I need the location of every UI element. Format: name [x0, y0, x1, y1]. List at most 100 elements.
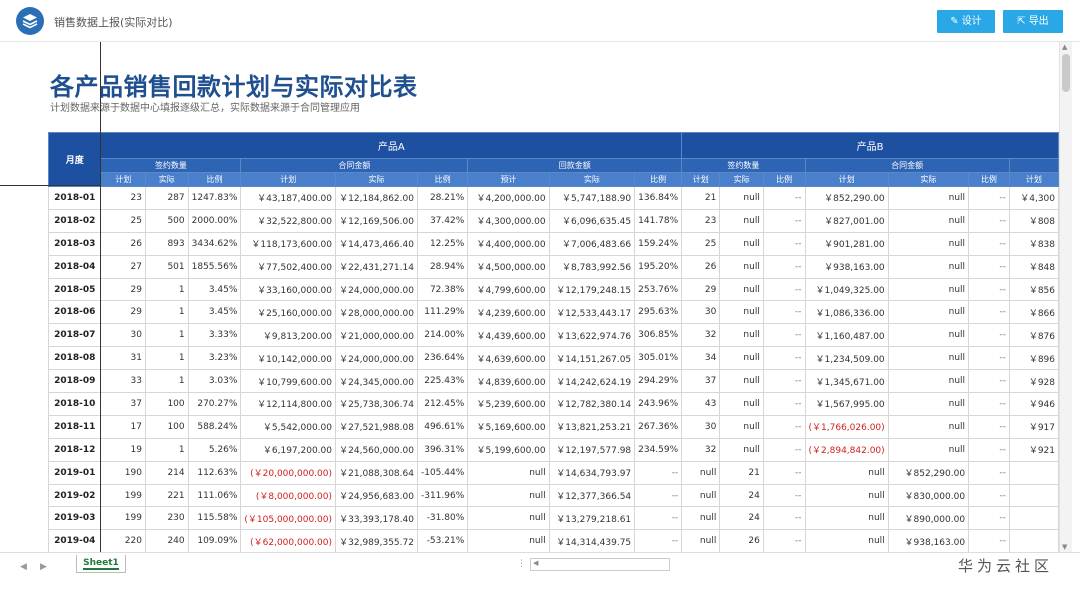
data-cell[interactable]: -311.96%: [416, 483, 469, 508]
data-cell[interactable]: null: [467, 506, 550, 531]
data-cell[interactable]: null: [804, 483, 889, 508]
data-cell[interactable]: --: [968, 346, 1010, 371]
data-cell[interactable]: --: [968, 529, 1010, 552]
data-cell[interactable]: --: [968, 300, 1010, 325]
data-cell[interactable]: ￥4,400,000.00: [467, 231, 550, 256]
data-cell[interactable]: -53.21%: [416, 529, 469, 552]
data-cell[interactable]: null: [719, 392, 764, 416]
data-cell[interactable]: 31: [100, 346, 146, 371]
month-cell[interactable]: 2018-09: [47, 369, 102, 394]
month-cell[interactable]: 2019-03: [47, 506, 102, 531]
month-cell[interactable]: 2018-05: [47, 277, 102, 302]
data-cell[interactable]: ￥6,197,200.00: [240, 437, 336, 462]
data-cell[interactable]: null: [887, 323, 970, 348]
data-cell[interactable]: (￥2,894,842.00): [804, 437, 889, 462]
data-cell[interactable]: 24: [719, 483, 764, 508]
data-cell[interactable]: (￥1,766,026.00): [804, 414, 889, 439]
data-cell[interactable]: 212.45%: [416, 392, 469, 416]
data-cell[interactable]: 30: [681, 414, 721, 439]
next-sheet-icon[interactable]: ▶: [40, 562, 47, 572]
data-cell[interactable]: ￥4,799,600.00: [467, 277, 550, 302]
data-cell[interactable]: [1008, 529, 1059, 552]
data-cell[interactable]: 72.38%: [416, 277, 469, 302]
data-cell[interactable]: 501: [144, 254, 189, 279]
data-cell[interactable]: 111.06%: [187, 483, 242, 508]
data-cell[interactable]: --: [762, 186, 806, 210]
data-cell[interactable]: ￥1,160,487.00: [804, 323, 889, 348]
data-cell[interactable]: ￥33,160,000.00: [240, 277, 336, 302]
data-cell[interactable]: 115.58%: [187, 506, 242, 531]
data-cell[interactable]: null: [467, 460, 550, 485]
data-cell[interactable]: null: [887, 208, 970, 233]
data-cell[interactable]: 141.78%: [634, 208, 683, 233]
data-cell[interactable]: ￥24,000,000.00: [335, 277, 418, 302]
data-cell[interactable]: 30: [681, 300, 721, 325]
data-cell[interactable]: null: [887, 392, 970, 416]
data-cell[interactable]: ￥4,839,600.00: [467, 369, 550, 394]
data-cell[interactable]: (￥20,000,000.00): [240, 460, 336, 485]
data-cell[interactable]: ￥4,639,600.00: [467, 346, 550, 371]
data-cell[interactable]: ￥12,114,800.00: [240, 392, 336, 416]
data-cell[interactable]: 287: [144, 186, 189, 210]
data-cell[interactable]: 225.43%: [416, 369, 469, 394]
data-cell[interactable]: ￥25,738,306.74: [335, 392, 418, 416]
prev-sheet-icon[interactable]: ◀: [20, 562, 27, 572]
data-cell[interactable]: 295.63%: [634, 300, 683, 325]
data-cell[interactable]: ￥12,184,862.00: [335, 186, 418, 210]
data-cell[interactable]: ￥928: [1008, 369, 1059, 394]
data-cell[interactable]: 253.76%: [634, 277, 683, 302]
data-cell[interactable]: ￥856: [1008, 277, 1059, 302]
data-cell[interactable]: ￥12,197,577.98: [548, 437, 636, 462]
data-cell[interactable]: 33: [100, 369, 146, 394]
data-cell[interactable]: 28.94%: [416, 254, 469, 279]
month-cell[interactable]: 2018-07: [47, 323, 102, 348]
data-cell[interactable]: 26: [100, 231, 146, 256]
data-cell[interactable]: --: [762, 460, 806, 485]
data-cell[interactable]: ￥7,006,483.66: [548, 231, 636, 256]
data-cell[interactable]: [1008, 483, 1059, 508]
data-cell[interactable]: ￥33,393,178.40: [335, 506, 418, 531]
data-cell[interactable]: --: [968, 254, 1010, 279]
data-cell[interactable]: ￥876: [1008, 323, 1059, 348]
data-cell[interactable]: ￥13,821,253.21: [548, 414, 636, 439]
data-cell[interactable]: --: [968, 208, 1010, 233]
data-cell[interactable]: 270.27%: [187, 392, 242, 416]
data-cell[interactable]: ￥4,500,000.00: [467, 254, 550, 279]
data-cell[interactable]: 23: [100, 186, 146, 210]
data-cell[interactable]: [1008, 460, 1059, 485]
data-cell[interactable]: null: [887, 186, 970, 210]
data-cell[interactable]: 1: [144, 277, 189, 302]
data-cell[interactable]: 220: [100, 529, 146, 552]
data-cell[interactable]: --: [634, 506, 683, 531]
data-cell[interactable]: (￥62,000,000.00): [240, 529, 336, 552]
data-cell[interactable]: 3.33%: [187, 323, 242, 348]
data-cell[interactable]: --: [762, 506, 806, 531]
data-cell[interactable]: ￥6,096,635.45: [548, 208, 636, 233]
data-cell[interactable]: 267.36%: [634, 414, 683, 439]
data-cell[interactable]: --: [762, 231, 806, 256]
data-cell[interactable]: ￥32,989,355.72: [335, 529, 418, 552]
month-cell[interactable]: 2018-12: [47, 437, 102, 462]
data-cell[interactable]: ￥10,142,000.00: [240, 346, 336, 371]
data-cell[interactable]: --: [762, 369, 806, 394]
data-cell[interactable]: ￥1,234,509.00: [804, 346, 889, 371]
data-cell[interactable]: ￥12,169,506.00: [335, 208, 418, 233]
data-cell[interactable]: 214: [144, 460, 189, 485]
data-cell[interactable]: null: [887, 277, 970, 302]
data-cell[interactable]: ￥28,000,000.00: [335, 300, 418, 325]
data-cell[interactable]: 111.29%: [416, 300, 469, 325]
data-cell[interactable]: 26: [719, 529, 764, 552]
data-cell[interactable]: 230: [144, 506, 189, 531]
data-cell[interactable]: ￥5,239,600.00: [467, 392, 550, 416]
data-cell[interactable]: --: [634, 483, 683, 508]
data-cell[interactable]: 243.96%: [634, 392, 683, 416]
data-cell[interactable]: --: [968, 437, 1010, 462]
data-cell[interactable]: 37: [100, 392, 146, 416]
data-cell[interactable]: 37.42%: [416, 208, 469, 233]
data-cell[interactable]: 214.00%: [416, 323, 469, 348]
data-cell[interactable]: ￥24,956,683.00: [335, 483, 418, 508]
data-cell[interactable]: ￥4,200,000.00: [467, 186, 550, 210]
data-cell[interactable]: ￥946: [1008, 392, 1059, 416]
data-cell[interactable]: ￥4,439,600.00: [467, 323, 550, 348]
data-cell[interactable]: ￥14,151,267.05: [548, 346, 636, 371]
